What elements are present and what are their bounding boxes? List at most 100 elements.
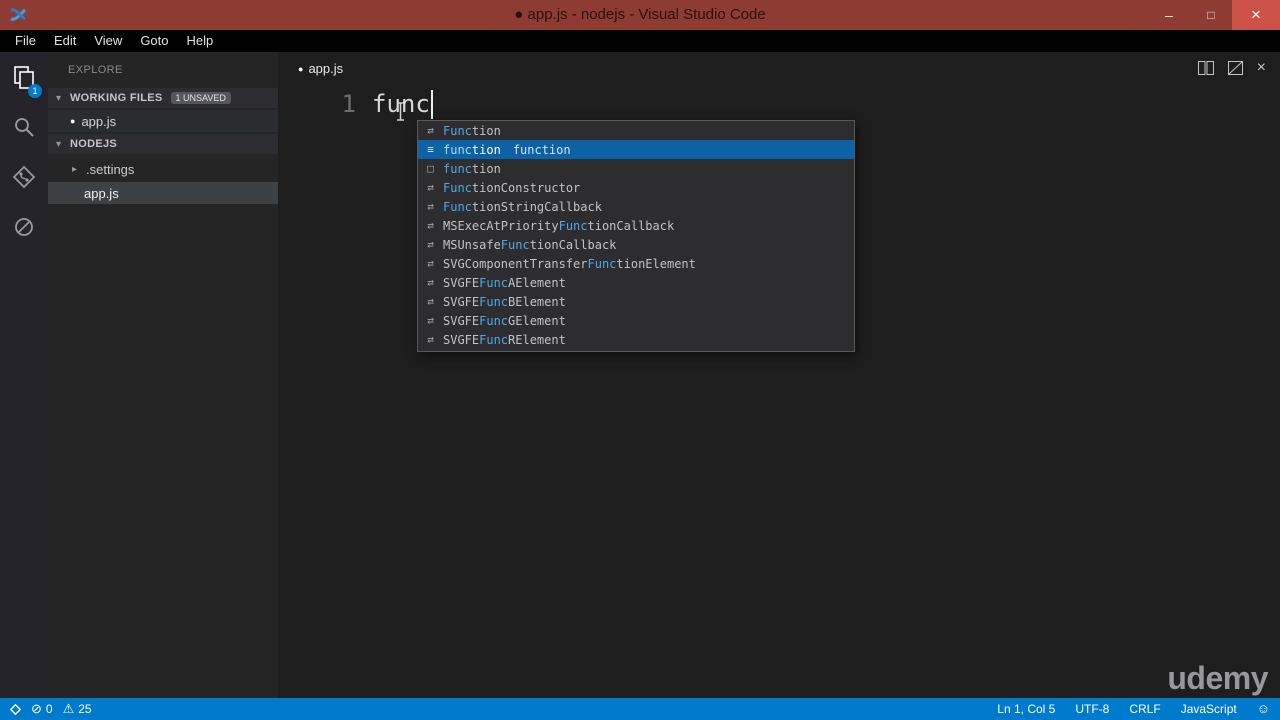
menu-goto[interactable]: Goto [131,30,177,52]
editor-layout-icon[interactable] [1227,61,1243,75]
suggestion-text-post: tionCallback [529,237,617,252]
suggestion-text-pre: SVGFE [443,332,480,347]
suggestion-text-post: AElement [508,275,566,290]
folder-label: .settings [86,161,135,177]
suggestion-item[interactable]: ⇄ Func tionStringCallback [418,197,854,216]
suggestion-text-match: Func [443,123,472,138]
minimize-button[interactable]: – [1148,0,1190,30]
suggestion-text-post: RElement [508,332,566,347]
suggestion-kind-icon: ⇄ [427,238,434,251]
suggestion-kind-icon: ⇄ [427,314,434,327]
file-item-selected[interactable]: app.js [48,182,278,204]
suggestion-text-pre: SVGFE [443,313,480,328]
search-icon [15,118,34,137]
line-number: 1 [341,90,356,118]
status-right: Ln 1, Col 5 UTF-8 CRLF JavaScript ☺ [997,698,1270,720]
suggestion-text-match: Func [558,218,588,233]
close-editor-icon[interactable]: × [1257,60,1266,76]
suggestion-item[interactable]: ⇄ MSExecAtPriority Func tionCallback [418,216,854,235]
debug-icon [15,218,33,236]
suggestion-text-post: tionElement [616,256,696,271]
feedback-smiley-icon[interactable]: ☺ [1257,698,1270,720]
sidebar-title: EXPLORE [68,64,123,76]
chevron-down-icon: ▾ [56,138,62,150]
titlebar[interactable]: ● app.js - nodejs - Visual Studio Code –… [0,0,1280,30]
suggestion-text-match: Func [479,275,509,290]
suggestion-item[interactable]: ⇄ SVGFE Func AElement [418,273,854,292]
section-nodejs[interactable]: ▾ NODEJS [48,134,278,154]
warning-icon: ⚠ [62,701,75,716]
suggestion-item[interactable]: ⇄ MSUnsafe Func tionCallback [418,235,854,254]
window-title: ● app.js - nodejs - Visual Studio Code [514,6,766,23]
editor-actions: × [1197,60,1266,76]
udemy-watermark: udemy [1167,660,1268,696]
suggestion-text-match: func [443,142,472,157]
suggestion-text-match: func [443,161,472,176]
suggestion-kind-icon: ⇄ [427,333,434,346]
warning-count[interactable]: ⚠ 25 [63,698,92,720]
dirty-dot-icon: ● [70,116,76,126]
status-diamond-icon[interactable] [10,703,21,715]
encoding-indicator[interactable]: UTF-8 [1075,702,1109,716]
suggestion-item[interactable]: ⇄ SVGComponentTransfer Func tionElement [418,254,854,273]
suggestion-text-pre: SVGFE [443,275,480,290]
suggestion-text-pre: SVGFE [443,294,480,309]
window-controls: – □ × [1148,0,1280,30]
suggestion-item[interactable]: ⇄ SVGFE Func BElement [418,292,854,311]
suggestion-item[interactable]: ⇄ SVGFE Func RElement [418,330,854,349]
suggestion-item[interactable]: ⇄ Func tionConstructor [418,178,854,197]
status-left: ⊘ 0 ⚠ 25 [10,698,92,720]
menu-view[interactable]: View [85,30,131,52]
eol-indicator[interactable]: CRLF [1129,702,1160,716]
suggestion-text-post: GElement [508,313,566,328]
vscode-window: ● app.js - nodejs - Visual Studio Code –… [0,0,1280,720]
folder-settings[interactable]: ▸ .settings [48,158,278,180]
suggestion-text-match: Func [479,332,509,347]
error-count-value: 0 [45,702,53,716]
section-label: NODEJS [70,138,118,150]
code-line[interactable]: 1 func [278,86,433,122]
suggest-widget: ⇄ Func tion ≡ func tion function □ func tion ⇄ F… [417,120,855,352]
close-window-button[interactable]: × [1232,0,1280,30]
section-working-files[interactable]: ▾ WORKING FILES 1 UNSAVED [48,88,278,108]
suggestion-kind-icon: ⇄ [427,257,434,270]
mouse-cursor [395,102,406,126]
suggestion-text-pre: MSExecAtPriority [443,218,559,233]
maximize-button[interactable]: □ [1190,0,1232,30]
suggestion-text-pre: SVGComponentTransfer [443,256,588,271]
suggestion-kind-icon: ⇄ [427,124,434,137]
working-file-item[interactable]: ● app.js [48,110,278,132]
language-mode[interactable]: JavaScript [1181,702,1237,716]
suggestion-item-selected[interactable]: ≡ func tion function [418,140,854,159]
activitybar-item-explorer[interactable]: 1 [0,52,48,102]
suggestion-item[interactable]: □ func tion [418,159,854,178]
error-count[interactable]: ⊘ 0 [31,698,53,720]
suggestion-kind-icon: ≡ [427,143,434,156]
suggestion-kind-icon: ⇄ [427,181,434,194]
activitybar-item-git[interactable] [0,152,48,202]
suggestion-text-post: tion [471,142,501,157]
sidebar-explorer: EXPLORE ▾ WORKING FILES 1 UNSAVED ● app.… [48,52,278,698]
activitybar-item-debug[interactable] [0,202,48,252]
suggestion-text-match: Func [479,313,509,328]
menu-file[interactable]: File [6,30,45,52]
suggestion-kind-icon: ⇄ [427,295,434,308]
menu-edit[interactable]: Edit [45,30,85,52]
explorer-badge: 1 [28,84,42,98]
file-label: app.js [84,185,119,201]
suggestion-detail: function [512,142,571,157]
suggestion-item[interactable]: ⇄ Func tion [418,121,854,140]
git-icon [12,165,36,189]
dirty-dot-icon: ● [298,63,304,74]
section-label: WORKING FILES [70,92,163,104]
suggestion-text-match: Func [479,294,509,309]
cursor-position[interactable]: Ln 1, Col 5 [997,702,1055,716]
editor-title[interactable]: ● app.js [298,61,343,76]
suggestion-text-post: tionConstructor [471,180,581,195]
split-editor-icon[interactable] [1197,61,1214,75]
suggestion-text-post: tion [471,123,501,138]
suggestion-item[interactable]: ⇄ SVGFE Func GElement [418,311,854,330]
menu-help[interactable]: Help [178,30,223,52]
activitybar-item-search[interactable] [0,102,48,152]
activity-bar: 1 [0,52,48,698]
